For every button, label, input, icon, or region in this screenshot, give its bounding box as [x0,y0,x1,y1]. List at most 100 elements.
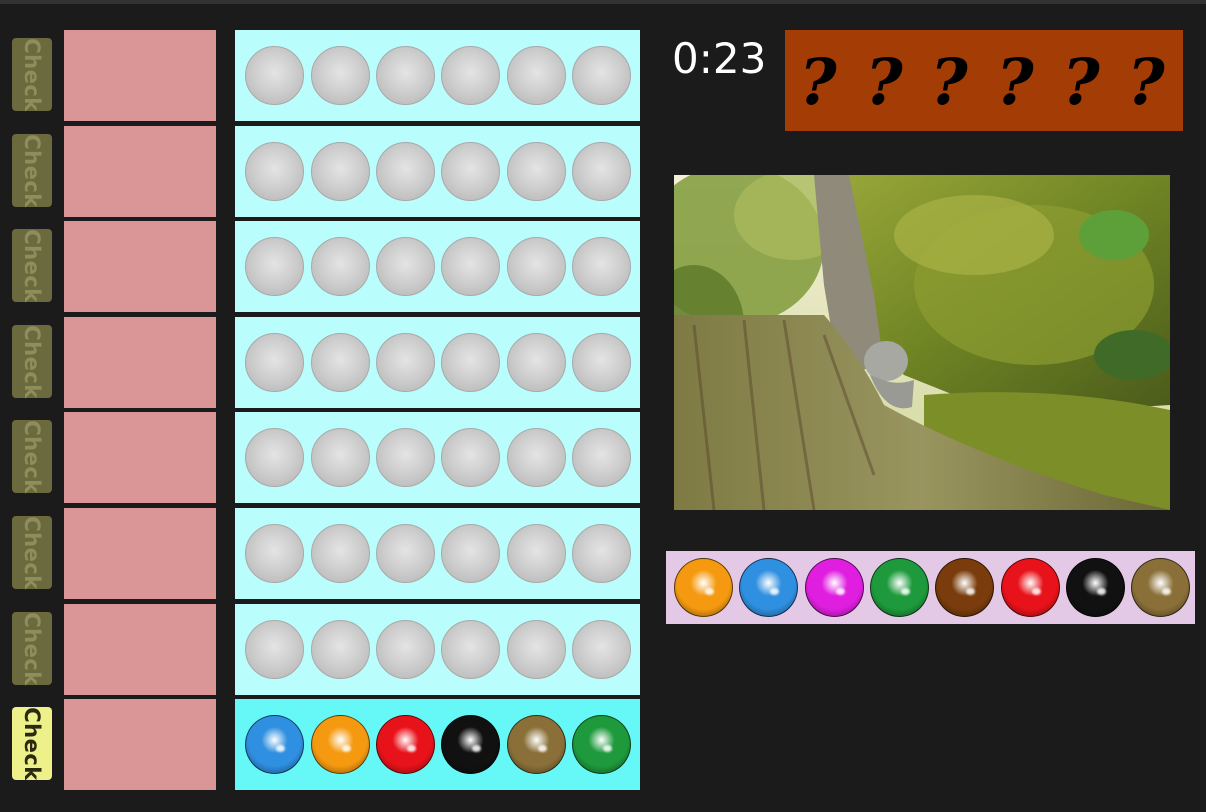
empty-peg-slot[interactable] [376,237,435,296]
check-button-label: Check [20,419,44,494]
timer-display: 0:23 [672,34,767,83]
color-palette [666,551,1195,624]
feedback-box [64,699,216,790]
empty-peg-slot[interactable] [507,524,566,583]
guess-row [235,412,640,503]
palette-color-blue[interactable] [739,558,798,617]
empty-peg-slot[interactable] [376,524,435,583]
empty-peg-slot[interactable] [441,46,500,105]
empty-peg-slot[interactable] [572,46,631,105]
empty-peg-slot[interactable] [572,524,631,583]
empty-peg-slot[interactable] [245,46,304,105]
feedback-box [64,508,216,599]
empty-peg-slot[interactable] [311,46,370,105]
empty-peg-slot[interactable] [376,46,435,105]
empty-peg-slot[interactable] [572,237,631,296]
check-button-label: Check [20,515,44,590]
check-button[interactable]: Check [12,325,52,398]
hidden-code-peg: ? [1127,45,1165,120]
guess-row [235,317,640,408]
peg-red[interactable] [376,715,435,774]
check-button[interactable]: Check [12,707,52,780]
mossy-garden-image [674,175,1170,510]
empty-peg-slot[interactable] [572,620,631,679]
hidden-code-peg: ? [930,45,968,120]
empty-peg-slot[interactable] [507,142,566,201]
reward-picture [674,175,1170,510]
empty-peg-slot[interactable] [507,333,566,392]
feedback-box [64,412,216,503]
empty-peg-slot[interactable] [376,142,435,201]
hidden-code-peg: ? [1062,45,1100,120]
guess-row [235,126,640,217]
empty-peg-slot[interactable] [245,524,304,583]
check-button-label: Check [20,706,44,781]
empty-peg-slot[interactable] [507,237,566,296]
peg-green[interactable] [572,715,631,774]
check-button[interactable]: Check [12,134,52,207]
empty-peg-slot[interactable] [245,142,304,201]
palette-color-black[interactable] [1066,558,1125,617]
empty-peg-slot[interactable] [376,620,435,679]
check-button-label: Check [20,133,44,208]
palette-color-magenta[interactable] [805,558,864,617]
empty-peg-slot[interactable] [572,333,631,392]
empty-peg-slot[interactable] [311,620,370,679]
empty-peg-slot[interactable] [311,428,370,487]
empty-peg-slot[interactable] [441,142,500,201]
feedback-box [64,30,216,121]
check-button-label: Check [20,324,44,399]
empty-peg-slot[interactable] [311,333,370,392]
empty-peg-slot[interactable] [245,620,304,679]
empty-peg-slot[interactable] [311,524,370,583]
empty-peg-slot[interactable] [441,620,500,679]
palette-color-olive[interactable] [1131,558,1190,617]
empty-peg-slot[interactable] [245,237,304,296]
empty-peg-slot[interactable] [507,428,566,487]
peg-olive[interactable] [507,715,566,774]
empty-peg-slot[interactable] [245,333,304,392]
empty-peg-slot[interactable] [441,237,500,296]
guess-row [235,699,640,790]
guess-row [235,508,640,599]
empty-peg-slot[interactable] [441,333,500,392]
empty-peg-slot[interactable] [376,428,435,487]
check-button[interactable]: Check [12,516,52,589]
empty-peg-slot[interactable] [572,142,631,201]
empty-peg-slot[interactable] [245,428,304,487]
feedback-box [64,221,216,312]
check-button-label: Check [20,228,44,303]
palette-color-green[interactable] [870,558,929,617]
peg-orange[interactable] [311,715,370,774]
peg-black[interactable] [441,715,500,774]
empty-peg-slot[interactable] [311,237,370,296]
feedback-box [64,126,216,217]
guess-row [235,30,640,121]
empty-peg-slot[interactable] [507,620,566,679]
check-button-label: Check [20,37,44,112]
check-button[interactable]: Check [12,612,52,685]
secret-code-panel: ?????? [785,30,1183,131]
empty-peg-slot[interactable] [572,428,631,487]
hidden-code-peg: ? [865,45,903,120]
guess-row [235,604,640,695]
empty-peg-slot[interactable] [441,428,500,487]
feedback-box [64,317,216,408]
check-button-label: Check [20,611,44,686]
palette-color-red[interactable] [1001,558,1060,617]
top-border [0,0,1206,4]
check-button[interactable]: Check [12,229,52,302]
hidden-code-peg: ? [799,45,837,120]
empty-peg-slot[interactable] [507,46,566,105]
palette-color-brown[interactable] [935,558,994,617]
empty-peg-slot[interactable] [311,142,370,201]
palette-color-orange[interactable] [674,558,733,617]
peg-blue[interactable] [245,715,304,774]
empty-peg-slot[interactable] [441,524,500,583]
empty-peg-slot[interactable] [376,333,435,392]
feedback-box [64,604,216,695]
check-button[interactable]: Check [12,38,52,111]
check-button[interactable]: Check [12,420,52,493]
guess-row [235,221,640,312]
hidden-code-peg: ? [996,45,1034,120]
